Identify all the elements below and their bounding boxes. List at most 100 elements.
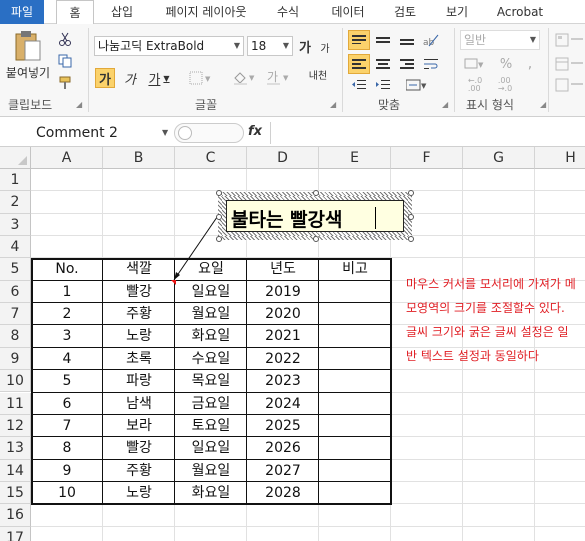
- column-header-d[interactable]: D: [247, 147, 319, 169]
- table-cell[interactable]: 월요일: [175, 459, 247, 482]
- table-cell[interactable]: 목요일: [175, 370, 247, 393]
- format-as-table-icon[interactable]: [554, 54, 584, 74]
- insert-function-icon[interactable]: fx: [248, 124, 262, 139]
- column-header-g[interactable]: G: [463, 147, 535, 169]
- row-header-12[interactable]: 12: [0, 414, 31, 438]
- row-header-16[interactable]: 16: [0, 504, 31, 527]
- table-cell[interactable]: [319, 347, 391, 371]
- align-top-icon[interactable]: [348, 30, 370, 50]
- table-cell[interactable]: 화요일: [175, 325, 247, 348]
- table-header-cell[interactable]: 비고: [319, 258, 391, 281]
- cut-icon[interactable]: [56, 30, 74, 48]
- tab-home[interactable]: 홈: [56, 0, 94, 25]
- table-cell[interactable]: [319, 459, 391, 482]
- resize-handle[interactable]: [313, 190, 319, 196]
- table-cell[interactable]: 일요일: [175, 280, 247, 304]
- table-cell[interactable]: 4: [31, 347, 103, 371]
- table-cell[interactable]: 2025: [247, 414, 319, 438]
- align-right-icon[interactable]: [396, 54, 418, 74]
- table-cell[interactable]: 1: [31, 280, 103, 304]
- comma-button[interactable]: ,: [520, 54, 540, 74]
- table-cell[interactable]: 8: [31, 437, 103, 460]
- align-middle-icon[interactable]: [372, 30, 394, 50]
- table-cell[interactable]: 주황: [103, 459, 175, 482]
- font-name-dropdown[interactable]: 나눔고딕 ExtraBold ▼: [94, 36, 244, 56]
- table-cell[interactable]: 2020: [247, 303, 319, 326]
- name-box[interactable]: Comment 2: [2, 122, 176, 144]
- table-cell[interactable]: 노랑: [103, 325, 175, 348]
- row-header-3[interactable]: 3: [0, 213, 31, 237]
- row-header-11[interactable]: 11: [0, 392, 31, 415]
- table-cell[interactable]: 빨강: [103, 437, 175, 460]
- clipboard-launcher-icon[interactable]: ◢: [76, 100, 82, 109]
- table-cell[interactable]: 10: [31, 481, 103, 505]
- fill-color-icon[interactable]: ▼: [230, 68, 258, 88]
- table-cell[interactable]: 남색: [103, 392, 175, 415]
- table-cell[interactable]: 빨강: [103, 280, 175, 304]
- row-header-10[interactable]: 10: [0, 370, 31, 393]
- resize-handle[interactable]: [408, 236, 414, 242]
- resize-handle[interactable]: [216, 236, 222, 242]
- table-cell[interactable]: 6: [31, 392, 103, 415]
- row-header-9[interactable]: 9: [0, 347, 31, 371]
- cell-styles-icon[interactable]: [554, 76, 584, 94]
- decrease-decimal-icon[interactable]: .00 →.0: [492, 76, 518, 94]
- table-cell[interactable]: 금요일: [175, 392, 247, 415]
- table-cell[interactable]: 화요일: [175, 481, 247, 505]
- worksheet-grid[interactable]: ABCDEFGH 1 2 3 4 5 6 7 8 9 10 11 12 13 14 15 16 17 No. 색깔…: [0, 147, 585, 541]
- table-cell[interactable]: 월요일: [175, 303, 247, 326]
- borders-icon[interactable]: ▼: [186, 68, 216, 88]
- table-cell[interactable]: 2026: [247, 437, 319, 460]
- table-cell[interactable]: 파랑: [103, 370, 175, 393]
- resize-handle[interactable]: [216, 214, 222, 220]
- comment-frame[interactable]: 불타는 빨강색: [218, 192, 412, 240]
- orientation-icon[interactable]: ab: [420, 30, 442, 50]
- number-format-dropdown[interactable]: 일반 ▼: [460, 30, 540, 50]
- table-cell[interactable]: 초록: [103, 347, 175, 371]
- resize-handle[interactable]: [216, 190, 222, 196]
- row-header-6[interactable]: 6: [0, 280, 31, 304]
- wrap-text-icon[interactable]: [420, 54, 442, 74]
- row-header-15[interactable]: 15: [0, 481, 31, 505]
- table-cell[interactable]: [319, 392, 391, 415]
- table-cell[interactable]: 3: [31, 325, 103, 348]
- resize-handle[interactable]: [313, 236, 319, 242]
- table-cell[interactable]: 2027: [247, 459, 319, 482]
- italic-button[interactable]: 가: [120, 68, 140, 88]
- table-cell[interactable]: [319, 414, 391, 438]
- column-header-h[interactable]: H: [535, 147, 585, 169]
- row-header-4[interactable]: 4: [0, 236, 31, 259]
- font-launcher-icon[interactable]: ◢: [330, 100, 336, 109]
- table-cell[interactable]: 9: [31, 459, 103, 482]
- align-center-icon[interactable]: [372, 54, 394, 74]
- chevron-down-icon[interactable]: ▼: [162, 128, 168, 137]
- row-header-13[interactable]: 13: [0, 437, 31, 460]
- tab-file[interactable]: 파일: [0, 0, 44, 24]
- column-header-c[interactable]: C: [175, 147, 247, 169]
- paste-button-label[interactable]: 붙여넣기: [4, 64, 52, 80]
- column-header-f[interactable]: F: [391, 147, 463, 169]
- decrease-indent-icon[interactable]: [348, 76, 370, 94]
- table-cell[interactable]: [319, 437, 391, 460]
- row-header-17[interactable]: 17: [0, 526, 31, 541]
- alignment-launcher-icon[interactable]: ◢: [442, 100, 448, 109]
- resize-handle[interactable]: [408, 214, 414, 220]
- font-size-dropdown[interactable]: 18 ▼: [247, 36, 293, 56]
- grow-font-button[interactable]: 가: [296, 36, 314, 56]
- percent-button[interactable]: %: [496, 54, 516, 74]
- row-header-14[interactable]: 14: [0, 459, 31, 482]
- comment-box[interactable]: 불타는 빨강색: [226, 200, 404, 232]
- table-cell[interactable]: 2028: [247, 481, 319, 505]
- table-cell[interactable]: 주황: [103, 303, 175, 326]
- column-header-a[interactable]: A: [31, 147, 103, 169]
- tab-acrobat[interactable]: Acrobat: [490, 0, 550, 24]
- tab-review[interactable]: 검토: [388, 0, 422, 24]
- row-header-7[interactable]: 7: [0, 303, 31, 326]
- underline-button[interactable]: 가 ▼: [144, 68, 174, 88]
- conditional-format-icon[interactable]: [554, 30, 584, 50]
- bold-button[interactable]: 가: [95, 68, 115, 88]
- table-cell[interactable]: 5: [31, 370, 103, 393]
- table-cell[interactable]: [319, 481, 391, 505]
- table-header-cell[interactable]: 년도: [247, 258, 319, 281]
- table-cell[interactable]: [319, 325, 391, 348]
